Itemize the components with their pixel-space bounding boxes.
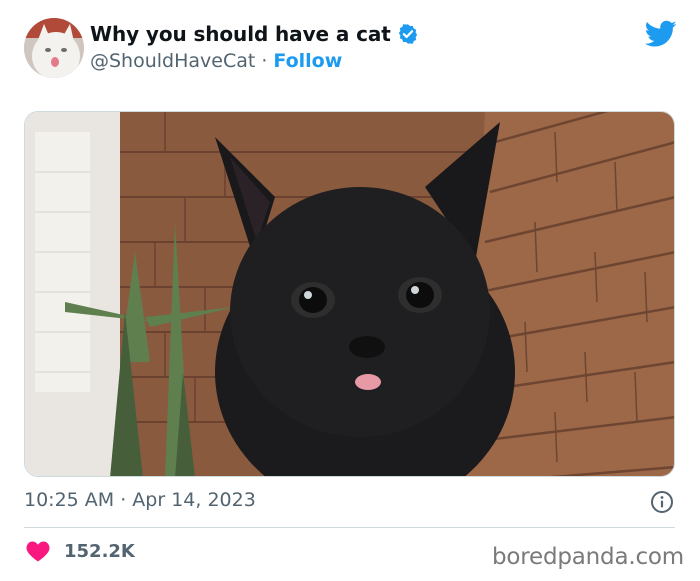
- handle[interactable]: @ShouldHaveCat: [90, 50, 255, 72]
- like-action[interactable]: 152.2K: [26, 540, 135, 562]
- avatar[interactable]: [24, 18, 84, 78]
- handle-row: @ShouldHaveCat · Follow: [90, 50, 342, 72]
- watermark: boredpanda.com: [492, 544, 684, 570]
- heart-icon[interactable]: [26, 540, 50, 562]
- display-name[interactable]: Why you should have a cat: [90, 22, 391, 46]
- timestamp[interactable]: 10:25 AM · Apr 14, 2023: [24, 489, 256, 511]
- divider: [24, 527, 675, 528]
- display-name-row: Why you should have a cat: [90, 22, 419, 46]
- twitter-bird-icon[interactable]: [644, 20, 677, 48]
- tweet-photo[interactable]: [24, 111, 675, 477]
- follow-button[interactable]: Follow: [273, 50, 342, 72]
- verified-badge-icon: [397, 23, 419, 45]
- separator: ·: [261, 50, 268, 72]
- tweet-card: Why you should have a cat @ShouldHaveCat…: [0, 0, 700, 581]
- info-icon[interactable]: [650, 490, 674, 514]
- like-count: 152.2K: [64, 540, 135, 562]
